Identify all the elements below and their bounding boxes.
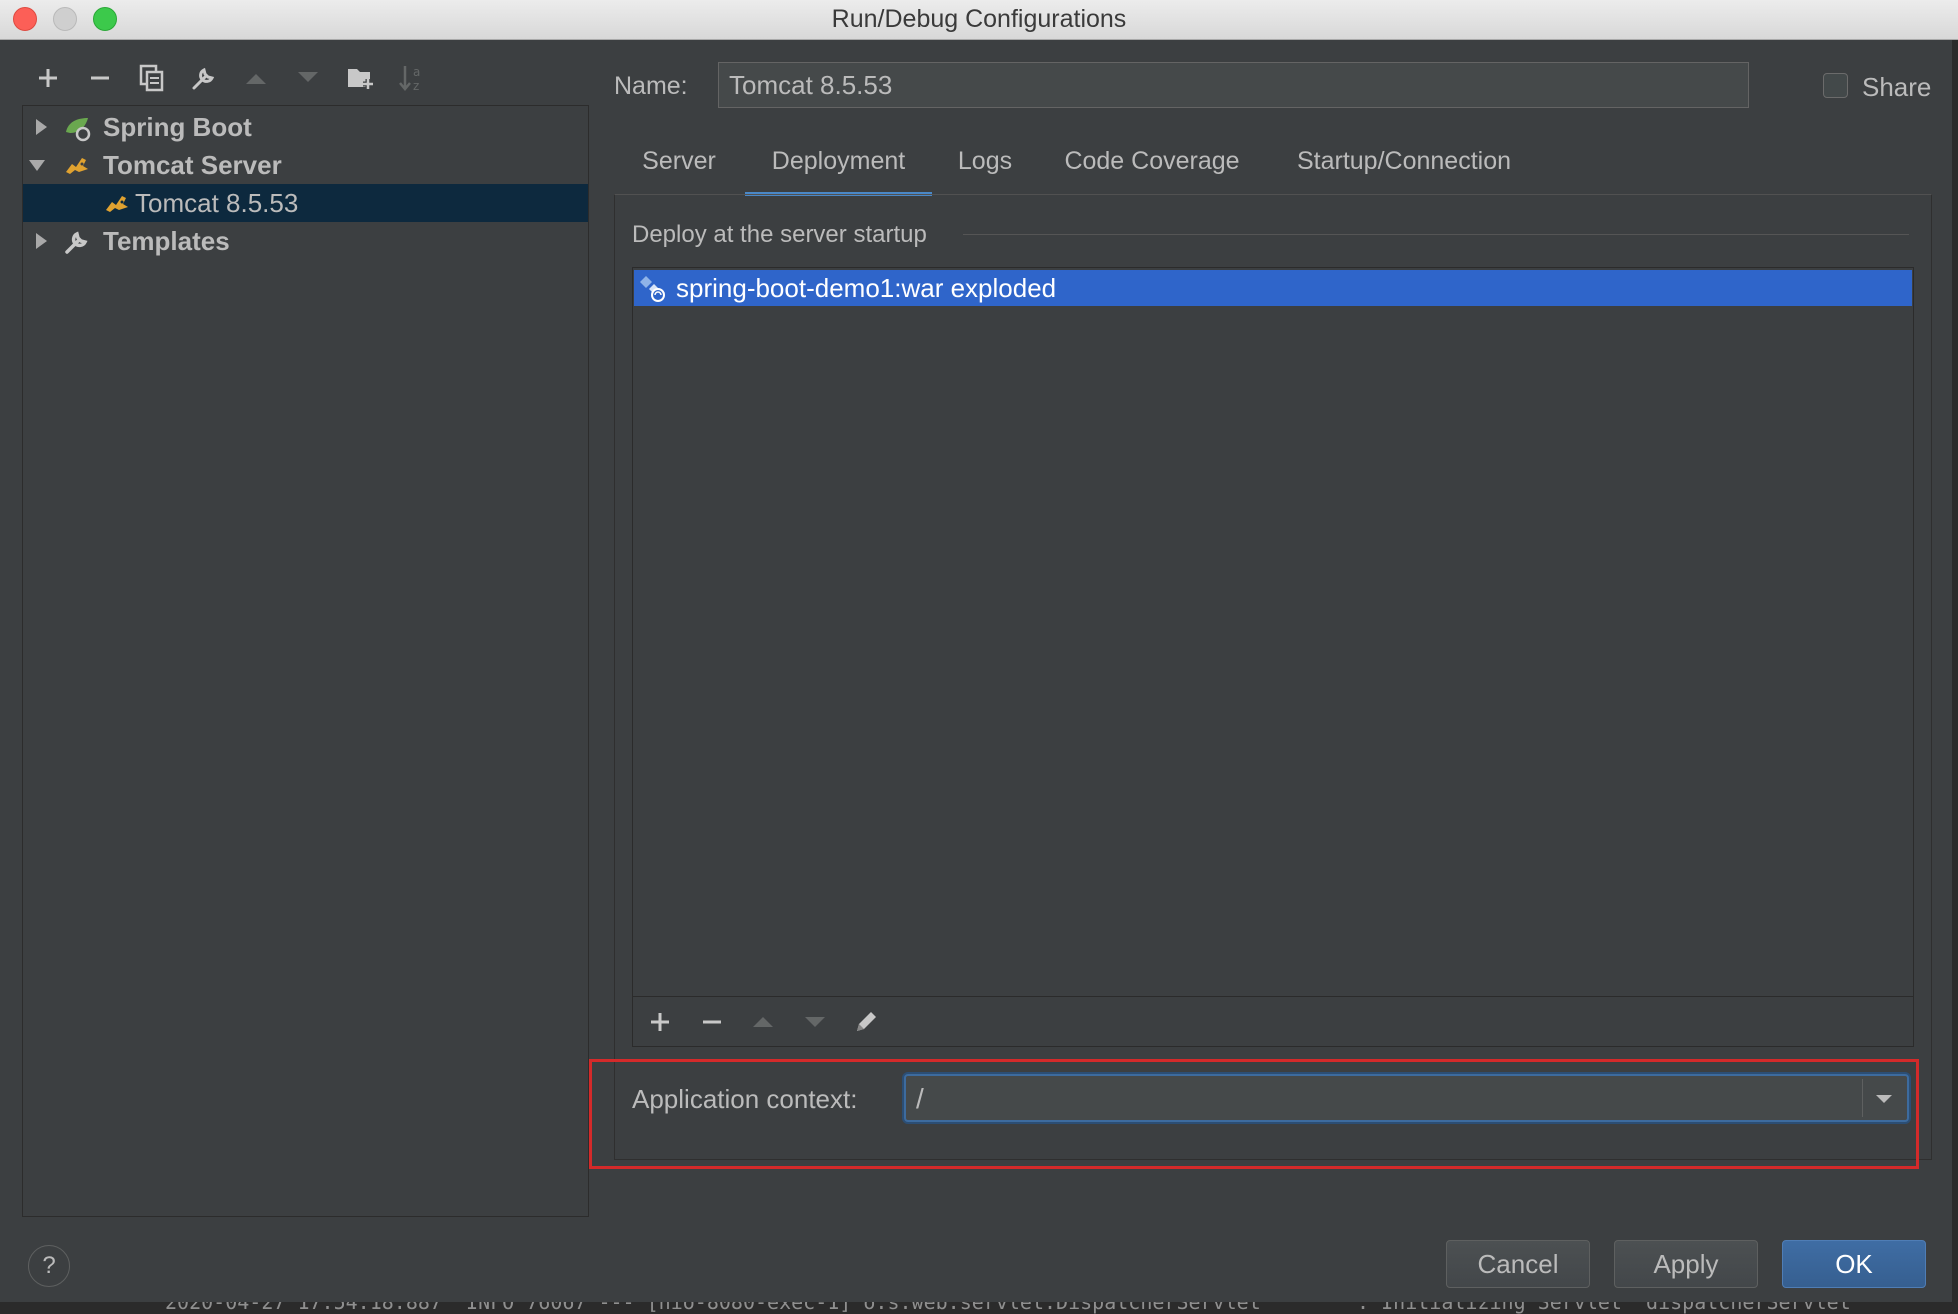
- tree-item-label: Tomcat 8.5.53: [135, 188, 299, 218]
- collapse-arrow-icon[interactable]: [27, 155, 47, 175]
- svg-text:a: a: [413, 65, 420, 79]
- cancel-button[interactable]: Cancel: [1446, 1240, 1590, 1288]
- apply-button[interactable]: Apply: [1614, 1240, 1758, 1288]
- remove-configuration-button[interactable]: [82, 60, 118, 96]
- tab-server[interactable]: Server: [626, 146, 732, 196]
- application-context-label: Application context:: [632, 1084, 858, 1114]
- tomcat-icon: [66, 158, 88, 174]
- deployment-list[interactable]: spring-boot-demo1:war exploded: [632, 267, 1914, 1047]
- arrow-up-icon: [753, 1017, 773, 1027]
- move-down-button[interactable]: [290, 60, 326, 96]
- expand-arrow-icon[interactable]: [31, 231, 51, 251]
- folder-add-icon: [348, 69, 373, 89]
- name-input[interactable]: Tomcat 8.5.53: [718, 62, 1749, 108]
- list-item[interactable]: spring-boot-demo1:war exploded: [634, 270, 1912, 306]
- remove-artifact-button[interactable]: [694, 1004, 730, 1040]
- background-console-text: 2020-04-27 17:54:18.887 INFO 76067 --- […: [165, 1302, 1863, 1314]
- edit-artifact-button[interactable]: [848, 1004, 884, 1040]
- ok-button[interactable]: OK: [1782, 1240, 1926, 1288]
- tab-label: Startup/Connection: [1296, 147, 1512, 175]
- combobox-separator: [1862, 1079, 1863, 1117]
- copy-icon: [139, 64, 164, 92]
- wrench-icon: [192, 67, 215, 90]
- tree-item-label: Templates: [103, 226, 230, 256]
- copy-configuration-button[interactable]: [134, 60, 170, 96]
- title-bar: Run/Debug Configurations: [0, 0, 1958, 40]
- application-context-input[interactable]: /: [916, 1080, 924, 1118]
- tomcat-icon: [106, 196, 128, 212]
- minus-icon: [91, 76, 109, 80]
- move-into-folder-button[interactable]: [343, 60, 379, 96]
- move-artifact-up-button[interactable]: [745, 1004, 781, 1040]
- tree-item-tomcat-8-5-53[interactable]: Tomcat 8.5.53: [23, 184, 588, 222]
- artifact-icon: [640, 276, 665, 302]
- tab-label: Logs: [957, 147, 1013, 175]
- spring-boot-icon: [66, 118, 91, 142]
- section-divider: [963, 234, 1909, 235]
- tree-item-templates[interactable]: Templates: [23, 222, 588, 260]
- share-label[interactable]: Share: [1862, 72, 1931, 103]
- name-label: Name:: [614, 72, 688, 100]
- move-up-button[interactable]: [238, 60, 274, 96]
- chevron-down-icon: [1876, 1095, 1892, 1103]
- background-window-edge: [1952, 40, 1958, 1314]
- tab-startup-connection[interactable]: Startup/Connection: [1282, 146, 1526, 196]
- section-title: Deploy at the server startup: [632, 221, 927, 248]
- move-artifact-down-button[interactable]: [797, 1004, 833, 1040]
- pencil-icon: [857, 1012, 876, 1031]
- application-context-combobox[interactable]: /: [904, 1074, 1909, 1122]
- expand-arrow-icon[interactable]: [31, 117, 51, 137]
- configuration-tree[interactable]: Spring Boot Tomcat Server Tomcat 8.5.53 …: [22, 105, 589, 1217]
- edit-defaults-button[interactable]: [186, 60, 222, 96]
- share-checkbox[interactable]: [1823, 73, 1848, 98]
- minus-icon: [703, 1020, 721, 1024]
- arrow-up-icon: [246, 74, 266, 84]
- plus-icon: [651, 1013, 669, 1031]
- svg-text:z: z: [413, 79, 419, 93]
- sort-button[interactable]: az: [394, 60, 430, 96]
- list-item-label: spring-boot-demo1:war exploded: [676, 273, 1057, 303]
- tree-item-spring-boot[interactable]: Spring Boot: [23, 108, 588, 146]
- deployment-list-toolbar: [632, 996, 1914, 1046]
- tree-item-tomcat-server[interactable]: Tomcat Server: [23, 146, 588, 184]
- tab-code-coverage[interactable]: Code Coverage: [1054, 146, 1250, 196]
- combobox-dropdown-button[interactable]: [1867, 1080, 1901, 1118]
- add-artifact-button[interactable]: [642, 1004, 678, 1040]
- wrench-icon: [65, 231, 88, 254]
- window-title: Run/Debug Configurations: [831, 5, 1127, 33]
- tab-label: Deployment: [771, 147, 906, 175]
- help-button[interactable]: ?: [28, 1245, 70, 1287]
- tab-deployment[interactable]: Deployment: [745, 146, 932, 196]
- arrow-down-icon: [805, 1017, 825, 1027]
- background-console-strip: 2020-04-27 17:54:18.887 INFO 76067 --- […: [0, 1302, 1958, 1314]
- arrow-down-icon: [298, 72, 318, 82]
- tree-item-label: Tomcat Server: [103, 150, 282, 180]
- add-configuration-button[interactable]: [30, 60, 66, 96]
- sort-icon: az: [399, 65, 420, 93]
- tab-label: Code Coverage: [1064, 147, 1240, 175]
- plus-icon: [39, 69, 57, 87]
- tab-label: Server: [642, 147, 716, 175]
- tab-logs[interactable]: Logs: [944, 146, 1026, 196]
- tree-item-label: Spring Boot: [103, 112, 252, 142]
